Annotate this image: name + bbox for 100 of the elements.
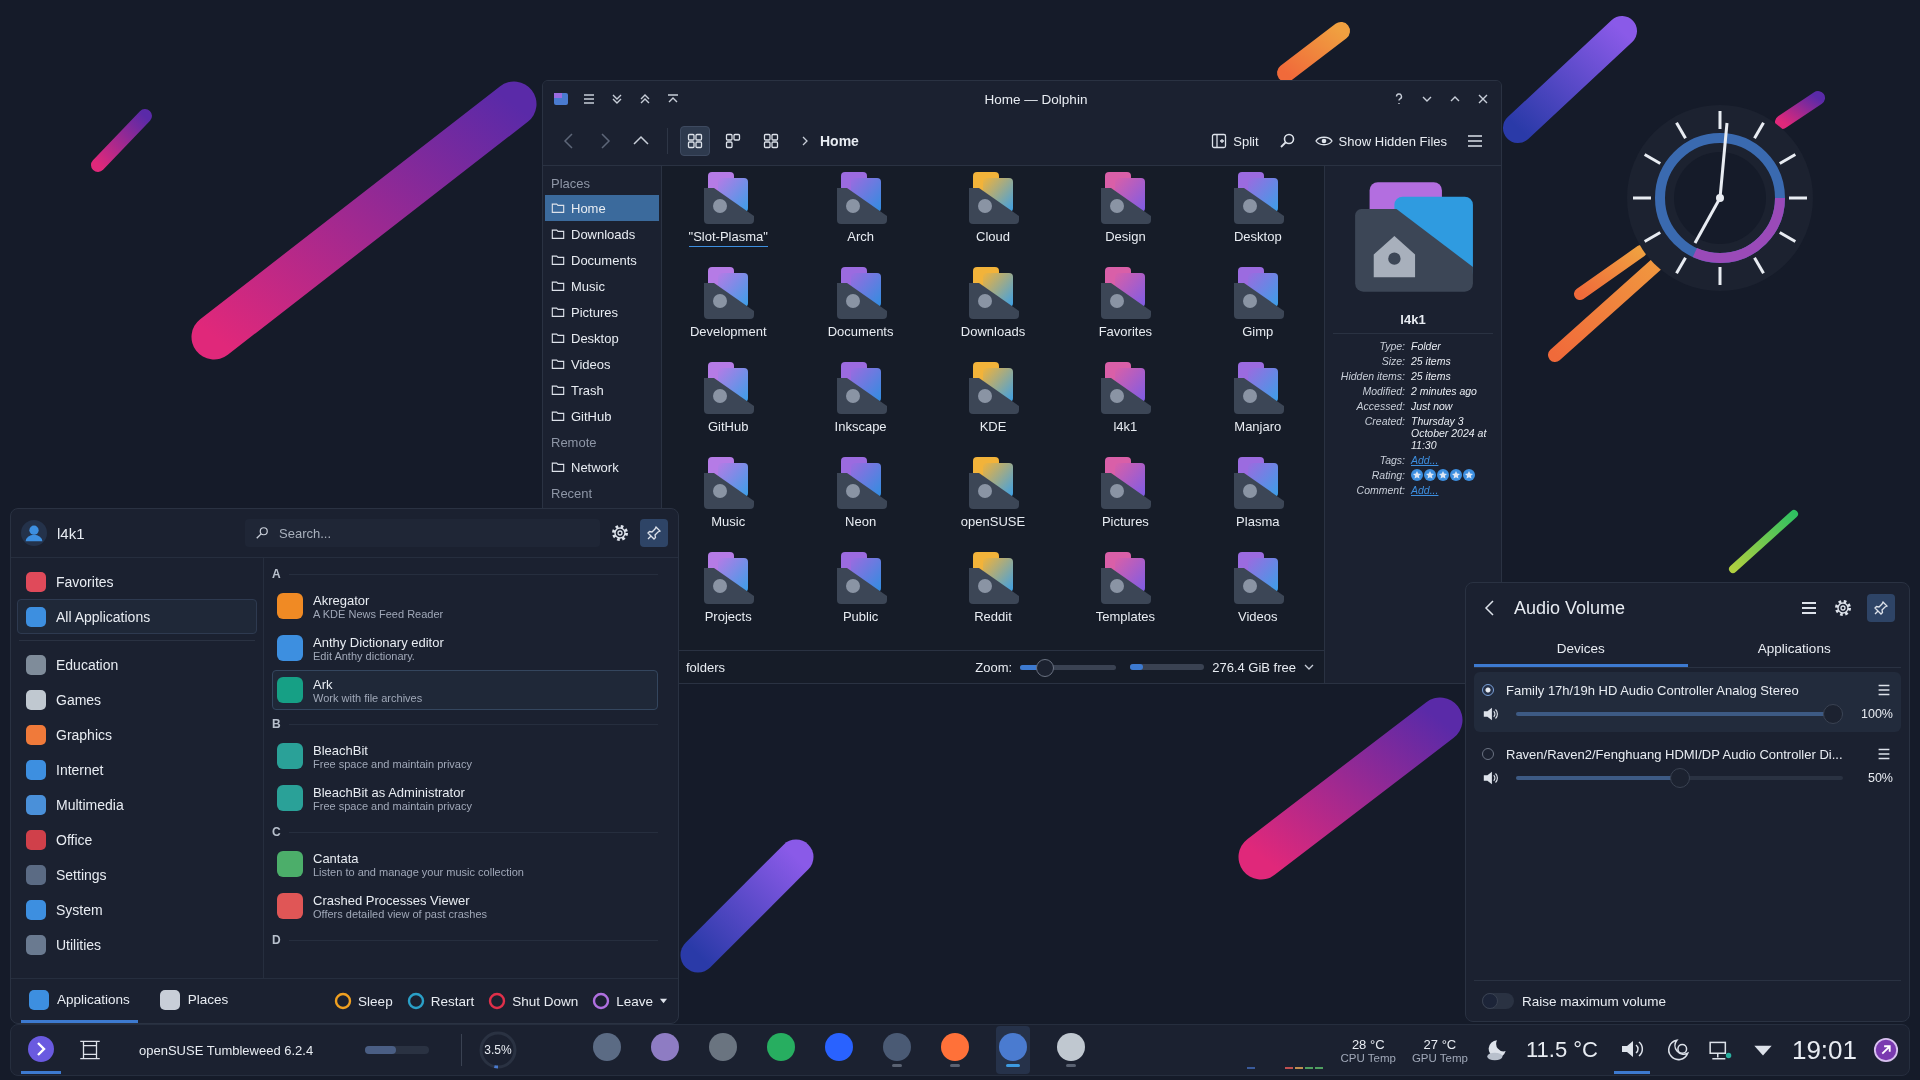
clock-time[interactable]: 19:01 <box>1791 1034 1857 1066</box>
category-item[interactable]: Internet <box>17 752 257 787</box>
star-icon[interactable] <box>1450 469 1462 481</box>
category-item[interactable]: Education <box>17 647 257 682</box>
folder-name: Music <box>711 514 746 531</box>
chevron-down-icon[interactable] <box>1304 662 1314 672</box>
menu-icon[interactable] <box>581 91 597 107</box>
zoom-slider[interactable] <box>1020 658 1117 676</box>
user-name: l4k1 <box>57 524 86 542</box>
speaker-icon[interactable] <box>1482 705 1500 723</box>
category-item[interactable]: Favorites <box>17 564 257 599</box>
place-item[interactable]: Home <box>545 195 659 221</box>
night-light-icon[interactable] <box>1665 1037 1692 1063</box>
taskbar-app-button[interactable] <box>996 1026 1030 1074</box>
settings-icon[interactable] <box>610 523 630 543</box>
app-item[interactable]: Crashed Processes Viewer Offers detailed view of past crashes <box>272 886 658 926</box>
place-item[interactable]: Videos <box>545 351 659 377</box>
show-hidden-files-button[interactable]: Show Hidden Files <box>1308 129 1453 153</box>
section-letter: B <box>272 717 281 731</box>
volume-percentage: 50% <box>1866 771 1893 785</box>
radio-button[interactable] <box>1482 684 1494 696</box>
settings-icon[interactable] <box>1833 598 1853 618</box>
add-link[interactable]: Add... <box>1411 484 1495 496</box>
toggle-switch[interactable] <box>1482 993 1514 1009</box>
volume-slider[interactable] <box>1516 704 1843 724</box>
app-item[interactable]: Cantata Listen to and manage your music collection <box>272 844 658 884</box>
app-item[interactable]: Anthy Dictionary editor Edit Anthy dictionary. <box>272 628 658 668</box>
place-item[interactable]: Trash <box>545 377 659 403</box>
star-icon[interactable] <box>1463 469 1475 481</box>
zoom-label: Zoom: <box>975 659 1013 675</box>
tab-icon <box>159 989 180 1010</box>
app-item[interactable]: BleachBit Free space and maintain privacy <box>272 736 658 776</box>
property-label: Rating: <box>1370 469 1405 481</box>
place-item[interactable]: GitHub <box>545 403 659 429</box>
category-item[interactable]: Office <box>17 822 257 857</box>
app-description: Offers detailed view of past crashes <box>313 907 488 920</box>
tab[interactable]: Applications <box>1687 633 1901 667</box>
power-action-button[interactable]: Shut Down <box>488 992 579 1010</box>
footer-tab[interactable]: Places <box>151 979 237 1023</box>
split-button[interactable]: Split <box>1205 129 1265 153</box>
category-icon <box>26 794 46 815</box>
place-item[interactable]: Pictures <box>545 299 659 325</box>
folder-icon <box>551 201 565 215</box>
tab[interactable]: Devices <box>1474 633 1688 667</box>
star-icon[interactable] <box>1411 469 1423 481</box>
app-description: Edit Anthy dictionary. <box>313 649 416 662</box>
star-icon[interactable] <box>1424 469 1436 481</box>
property-value: Just now <box>1411 400 1454 412</box>
avatar-icon[interactable] <box>21 520 47 546</box>
category-icon <box>26 689 46 710</box>
power-action-button[interactable]: Sleep <box>334 992 393 1010</box>
category-item[interactable]: Settings <box>17 857 257 892</box>
app-item[interactable]: BleachBit as Administrator Free space and maintain privacy <box>272 778 658 818</box>
section-heading: Recent <box>550 485 594 503</box>
volume-slider[interactable] <box>1516 768 1843 788</box>
place-item[interactable]: Downloads <box>545 221 659 247</box>
folder-name: Pictures <box>1101 514 1149 531</box>
view-mode-button[interactable] <box>680 126 710 156</box>
folder-name: Projects <box>704 609 752 626</box>
app-item[interactable]: Akregator A KDE News Feed Reader <box>272 586 658 626</box>
category-icon <box>26 571 46 592</box>
details-view-icon <box>725 133 741 149</box>
temperature-label: CPU Temp <box>1340 1051 1396 1064</box>
app-item[interactable]: Ark Work with file archives <box>272 670 658 710</box>
category-icon <box>26 759 46 780</box>
device-name: Family 17h/19h HD Audio Controller Analog Stereo <box>1506 682 1800 698</box>
launcher-icon <box>27 1034 55 1063</box>
category-item[interactable]: Multimedia <box>17 787 257 822</box>
folder-icon <box>551 383 565 397</box>
folder-icon <box>551 305 565 319</box>
category-item[interactable]: All Applications <box>17 599 257 634</box>
category-icon <box>26 829 46 850</box>
folder-name: Public <box>842 609 879 626</box>
logout-icon[interactable] <box>1873 1037 1899 1063</box>
add-link[interactable]: Add... <box>1411 454 1495 466</box>
star-icon[interactable] <box>1437 469 1449 481</box>
grid-view-icon <box>763 133 779 149</box>
panel-title: Audio Volume <box>1514 597 1626 619</box>
place-item[interactable]: Documents <box>545 247 659 273</box>
speaker-icon[interactable] <box>1482 769 1500 787</box>
window-title: Home — Dolphin <box>983 91 1089 107</box>
place-item[interactable]: Music <box>545 273 659 299</box>
folder-name: l4k1 <box>1333 312 1493 334</box>
place-item[interactable]: Desktop <box>545 325 659 351</box>
app-icon <box>277 785 303 811</box>
folder-name: Reddit <box>974 609 1012 626</box>
breadcrumb-button[interactable]: Home <box>818 129 861 153</box>
search-field[interactable]: Search... <box>245 519 600 547</box>
section-letter: C <box>272 825 281 839</box>
folder-name: l4k1 <box>1113 419 1138 436</box>
category-item[interactable]: Utilities <box>17 927 257 962</box>
category-item[interactable]: System <box>17 892 257 927</box>
category-item[interactable]: Games <box>17 682 257 717</box>
power-action-button[interactable]: Leave <box>592 992 668 1010</box>
power-action-button[interactable]: Restart <box>406 992 475 1010</box>
category-item[interactable]: Graphics <box>17 717 257 752</box>
pin-button[interactable] <box>1867 594 1895 622</box>
folder-name: Plasma <box>1236 514 1280 531</box>
pin-button[interactable] <box>640 519 668 547</box>
place-item[interactable]: Network <box>545 454 659 480</box>
